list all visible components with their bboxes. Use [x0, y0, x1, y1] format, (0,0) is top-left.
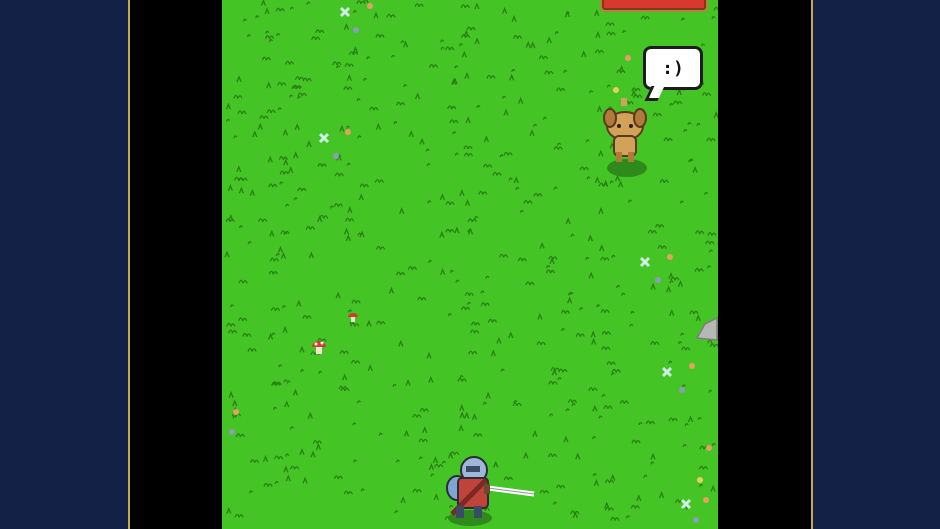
- speech-text: :): [662, 57, 684, 79]
- dog-npc[interactable]: [603, 87, 647, 177]
- scene-layer: [229, 3, 718, 526]
- flower-cluster-5: [229, 409, 239, 435]
- mushroom-icon: [312, 341, 326, 354]
- speech-bubble: :): [643, 46, 703, 90]
- flower-cluster-4: [661, 363, 712, 523]
- rock-icon: [695, 316, 718, 341]
- flower-cluster-1: [339, 3, 373, 33]
- health-bar: [600, 0, 708, 12]
- flower-cluster-2: [318, 129, 351, 159]
- player-knight[interactable]: [446, 456, 535, 526]
- mushroom-small-icon: [348, 313, 358, 322]
